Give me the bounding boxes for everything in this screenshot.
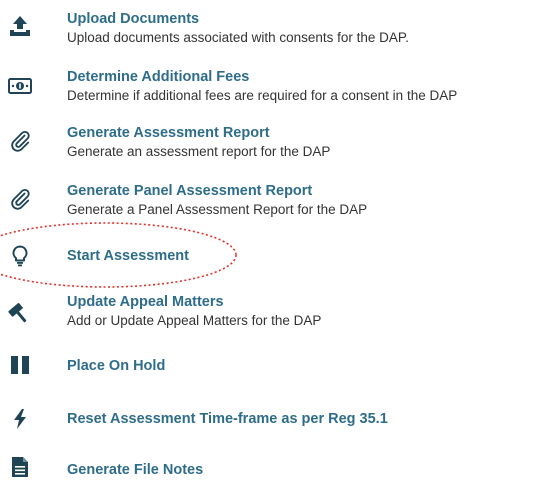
action-description: Generate a Panel Assessment Report for t… [67, 202, 368, 217]
action-description: Generate an assessment report for the DA… [67, 144, 331, 159]
action-upload-documents[interactable]: Upload Documents Upload documents associ… [0, 4, 545, 48]
action-reset-assessment-timeframe[interactable]: Reset Assessment Time-frame as per Reg 3… [0, 402, 545, 446]
action-title: Start Assessment [67, 248, 189, 264]
action-determine-additional-fees[interactable]: Determine Additional Fees Determine if a… [0, 64, 545, 108]
action-title: Reset Assessment Time-frame as per Reg 3… [67, 411, 388, 427]
action-title: Generate Panel Assessment Report [67, 183, 313, 199]
upload-icon [8, 14, 32, 38]
pause-icon [8, 353, 32, 377]
action-update-appeal-matters[interactable]: Update Appeal Matters Add or Update Appe… [0, 290, 545, 334]
lightbulb-icon [8, 244, 32, 268]
action-title: Upload Documents [67, 11, 200, 27]
action-title: Place On Hold [67, 358, 166, 374]
action-generate-assessment-report[interactable]: Generate Assessment Report Generate an a… [0, 120, 545, 164]
gavel-icon [8, 300, 32, 324]
action-title: Generate Assessment Report [67, 125, 270, 141]
action-list: Upload Documents Upload documents associ… [0, 0, 545, 481]
action-generate-panel-assessment-report[interactable]: Generate Panel Assessment Report Generat… [0, 178, 545, 222]
document-icon [8, 455, 32, 479]
money-icon [8, 74, 32, 98]
paperclip-icon [8, 129, 32, 153]
action-title: Determine Additional Fees [67, 69, 250, 85]
action-description: Determine if additional fees are require… [67, 88, 458, 103]
bolt-icon [8, 407, 32, 431]
action-description: Add or Update Appeal Matters for the DAP [67, 313, 322, 328]
action-title: Update Appeal Matters [67, 294, 224, 310]
action-title: Generate File Notes [67, 462, 204, 478]
action-place-on-hold[interactable]: Place On Hold [0, 350, 545, 394]
action-generate-file-notes[interactable]: Generate File Notes [0, 453, 545, 497]
action-start-assessment[interactable]: Start Assessment [0, 240, 545, 284]
paperclip-icon [8, 187, 32, 211]
action-description: Upload documents associated with consent… [67, 30, 409, 45]
